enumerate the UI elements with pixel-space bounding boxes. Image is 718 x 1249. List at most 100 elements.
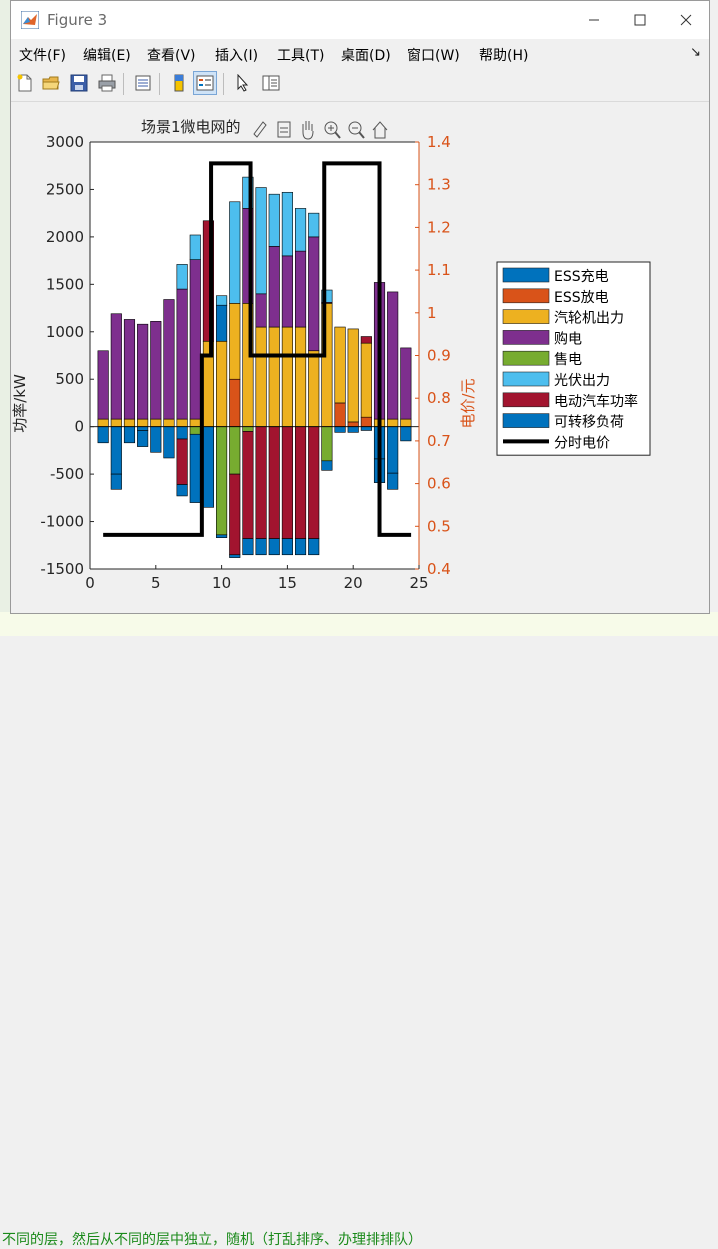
bar-segment	[229, 554, 241, 558]
minimize-icon	[589, 19, 599, 21]
print-button[interactable]	[95, 71, 119, 95]
title-bar[interactable]: Figure 3	[11, 1, 709, 39]
property-editor-icon	[262, 75, 280, 91]
bar-segment	[360, 416, 372, 427]
maximize-button[interactable]	[617, 1, 663, 39]
bar-segment	[189, 259, 201, 420]
figure-canvas[interactable]: -1500 -1000 -500 0 500 1000 1500 2000 2500 3000 0.…	[11, 102, 709, 613]
bar-segment	[255, 293, 267, 328]
bar-segment	[268, 426, 280, 539]
y-right-tick-label: 0.6	[427, 475, 451, 493]
close-button[interactable]	[663, 1, 709, 39]
legend-swatch	[502, 267, 550, 283]
bar-segment	[137, 426, 149, 431]
bar-segment	[202, 426, 215, 508]
open-button[interactable]	[39, 71, 63, 95]
y-tick-label: 2000	[46, 228, 84, 246]
legend-label: 电动汽车功率	[554, 393, 638, 410]
legend-swatch	[502, 350, 550, 366]
print-preview-button[interactable]	[131, 71, 155, 95]
background-app-edge	[0, 0, 10, 636]
new-file-button[interactable]	[13, 71, 37, 95]
legend-label: 可转移负荷	[554, 415, 624, 431]
colorbar-icon	[174, 74, 184, 92]
zoom-in-icon[interactable]	[324, 121, 341, 139]
bar-segment	[176, 418, 188, 427]
y-tick-label: 2500	[46, 180, 84, 198]
legend-label: ESS充电	[554, 269, 609, 285]
brush-icon[interactable]	[253, 121, 267, 138]
bar-segment	[216, 304, 228, 342]
bar-segment	[281, 538, 293, 556]
bar-segment	[400, 347, 412, 420]
menu-view[interactable]: 查看(V)	[147, 45, 196, 65]
property-editor-button[interactable]	[259, 71, 283, 95]
colorbar-button[interactable]	[167, 71, 191, 95]
bar-segment	[229, 201, 241, 304]
y-tick-label: 1500	[46, 275, 84, 293]
bar-segment	[347, 421, 359, 427]
bar-segment	[163, 418, 175, 427]
toolbar-separator	[123, 73, 124, 95]
bar-segment	[176, 264, 188, 290]
x-tick-label: 10	[212, 574, 231, 592]
legend-button[interactable]	[193, 71, 217, 95]
y-right-tick-label: 1	[427, 304, 437, 322]
bar-segment	[216, 534, 228, 538]
legend-label: 购电	[554, 331, 582, 347]
menu-desktop[interactable]: 桌面(D)	[341, 45, 391, 65]
bar-segment	[163, 426, 175, 459]
bar-segment	[176, 288, 188, 420]
x-tick-label: 25	[409, 574, 428, 592]
y-right-tick-label: 1.4	[427, 133, 451, 151]
bar-segment	[294, 250, 307, 328]
bar-segment	[308, 426, 320, 539]
new-file-icon	[17, 74, 32, 92]
zoom-out-icon[interactable]	[348, 121, 365, 139]
edit-plot-button[interactable]	[231, 71, 255, 95]
y-tick-label: 0	[74, 418, 84, 436]
bar-segment	[163, 299, 175, 420]
bar-segment	[294, 326, 307, 427]
minimize-button[interactable]	[571, 1, 617, 39]
legend-swatch	[502, 330, 550, 345]
menu-help[interactable]: 帮助(H)	[479, 45, 528, 65]
bar-segment	[110, 313, 122, 420]
bar-segment	[268, 326, 280, 427]
menu-edit[interactable]: 编辑(E)	[83, 45, 131, 65]
menu-window[interactable]: 窗口(W)	[407, 45, 460, 65]
menu-file[interactable]: 文件(F)	[19, 45, 66, 65]
bar-segment	[229, 426, 241, 475]
save-icon	[70, 74, 88, 92]
bar-segment	[229, 303, 241, 380]
home-icon[interactable]	[372, 121, 388, 139]
bar-segment	[387, 472, 399, 490]
bar-segment	[255, 426, 267, 539]
bar-segment	[110, 418, 122, 427]
y-tick-label: 3000	[46, 133, 84, 151]
bar-segment	[321, 460, 333, 471]
legend-swatch	[502, 371, 550, 387]
y-axis-label: 功率/kW	[11, 374, 29, 433]
bar-segment	[176, 426, 188, 440]
pan-icon[interactable]	[302, 121, 314, 140]
data-tip-icon[interactable]	[277, 121, 291, 138]
bar-segment	[255, 326, 267, 427]
save-button[interactable]	[67, 71, 91, 95]
legend-icon	[196, 75, 214, 91]
menu-insert[interactable]: 插入(I)	[215, 45, 258, 65]
bar-segment	[255, 538, 267, 556]
x-tick-label: 0	[85, 574, 95, 592]
y-tick-label: 500	[55, 370, 84, 388]
bar-segment	[229, 378, 241, 427]
bar-segment	[242, 431, 254, 539]
dock-arrow-icon[interactable]: ↘	[690, 45, 701, 60]
legend-label: 分时电价	[554, 435, 610, 451]
menu-tools[interactable]: 工具(T)	[277, 45, 324, 65]
bar-segment	[347, 328, 359, 423]
y-tick-label: -1000	[40, 513, 84, 531]
background-app-strip: 不同的层，然后从不同的层中独立，随机（打乱排序、办理排排队）	[0, 612, 718, 1248]
bar-segment	[294, 208, 307, 252]
bar-segment	[281, 255, 293, 328]
bar-segment	[387, 426, 399, 474]
